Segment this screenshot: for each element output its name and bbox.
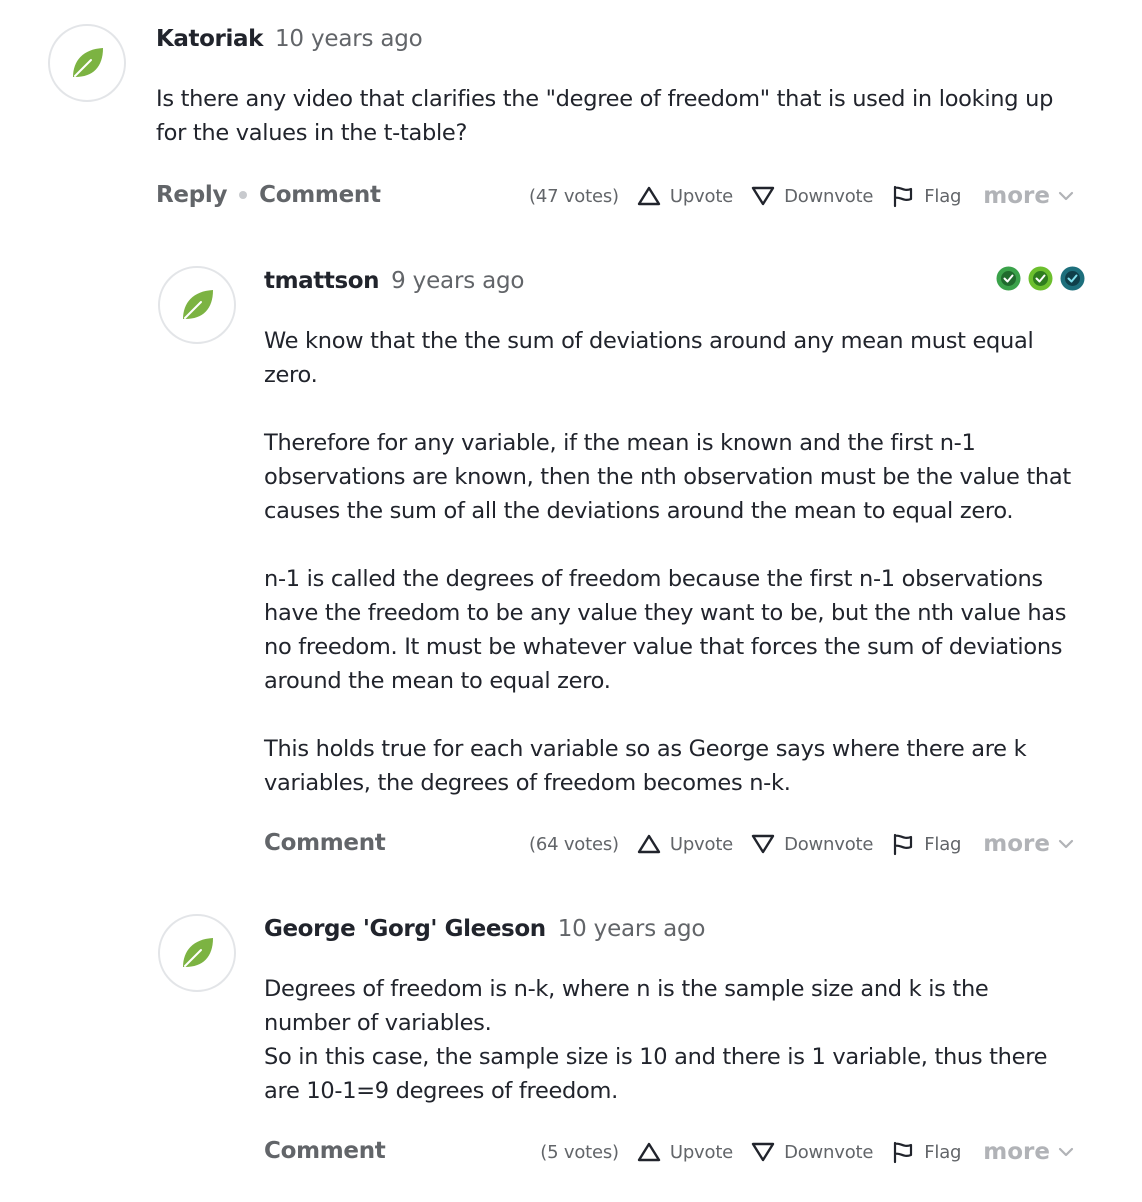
post-paragraph: Is there any video that clarifies the "d…	[156, 86, 1054, 146]
downvote-button[interactable]: Downvote	[751, 832, 873, 856]
vote-count: (47 votes)	[529, 185, 619, 207]
upvote-label: Upvote	[669, 185, 734, 207]
more-label: more	[983, 183, 1050, 209]
post-meta: tmattson 9 years ago	[264, 268, 524, 294]
post-body: Degrees of freedom is n-k, where n is th…	[264, 972, 1124, 1108]
flag-label: Flag	[924, 1141, 962, 1163]
more-label: more	[983, 831, 1050, 857]
badge-lime-icon[interactable]	[1028, 266, 1053, 291]
post-time: 10 years ago	[274, 26, 423, 52]
flag-button[interactable]: Flag	[891, 832, 961, 856]
upvote-label: Upvote	[669, 833, 734, 855]
post-body: Is there any video that clarifies the "d…	[156, 82, 1116, 150]
comment-button[interactable]: Comment	[264, 830, 386, 856]
post-paragraph: We know that the the sum of deviations a…	[264, 328, 1034, 388]
post-body: We know that the the sum of deviations a…	[264, 324, 1124, 800]
vote-actions: (47 votes) Upvote Downvote Flag more	[529, 183, 1074, 209]
upvote-button[interactable]: Upvote	[637, 832, 733, 856]
flag-button[interactable]: Flag	[891, 1140, 961, 1164]
upvote-button[interactable]: Upvote	[637, 1140, 733, 1164]
upvote-label: Upvote	[669, 1141, 734, 1163]
vote-count: (64 votes)	[529, 833, 619, 855]
chevron-down-icon	[1058, 191, 1074, 201]
reply-button[interactable]: Reply	[156, 182, 227, 208]
badge-green-icon[interactable]	[996, 266, 1021, 291]
post-paragraph: Therefore for any variable, if the mean …	[264, 430, 1071, 524]
vote-actions: (64 votes) Upvote Downvote Flag more	[529, 831, 1074, 857]
post-paragraph: Degrees of freedom is n-k, where n is th…	[264, 976, 1048, 1104]
downvote-button[interactable]: Downvote	[751, 184, 873, 208]
avatar[interactable]	[48, 24, 126, 102]
triangle-down-icon	[751, 834, 775, 854]
chevron-down-icon	[1058, 1147, 1074, 1157]
leaf-icon	[183, 938, 213, 967]
post-time: 10 years ago	[557, 916, 706, 942]
post-time: 9 years ago	[391, 268, 525, 294]
downvote-label: Downvote	[784, 1141, 874, 1163]
more-label: more	[983, 1139, 1050, 1165]
downvote-label: Downvote	[784, 185, 874, 207]
triangle-up-icon	[637, 186, 661, 206]
post-meta: Katoriak 10 years ago	[156, 26, 423, 52]
flag-icon	[894, 1141, 913, 1164]
comment-button[interactable]: Comment	[264, 1138, 386, 1164]
post-paragraph: n-1 is called the degrees of freedom bec…	[264, 566, 1067, 694]
author-name[interactable]: Katoriak	[156, 26, 263, 52]
triangle-down-icon	[751, 1142, 775, 1162]
flag-button[interactable]: Flag	[891, 184, 961, 208]
more-button[interactable]: more	[983, 1139, 1074, 1165]
flag-label: Flag	[924, 185, 962, 207]
triangle-up-icon	[637, 834, 661, 854]
separator-dot	[239, 191, 248, 199]
post-links: Comment	[264, 830, 386, 856]
post-links: Reply Comment	[156, 182, 381, 208]
leaf-icon	[73, 48, 103, 77]
vote-actions: (5 votes) Upvote Downvote Flag more	[540, 1139, 1074, 1165]
comment-button[interactable]: Comment	[259, 182, 381, 208]
downvote-label: Downvote	[784, 833, 874, 855]
more-button[interactable]: more	[983, 831, 1074, 857]
flag-label: Flag	[924, 833, 962, 855]
vote-count: (5 votes)	[540, 1141, 619, 1163]
triangle-up-icon	[637, 1142, 661, 1162]
author-name[interactable]: George 'Gorg' Gleeson	[264, 916, 546, 942]
downvote-button[interactable]: Downvote	[751, 1140, 873, 1164]
triangle-down-icon	[751, 186, 775, 206]
upvote-button[interactable]: Upvote	[637, 184, 733, 208]
avatar[interactable]	[158, 266, 236, 344]
post-meta: George 'Gorg' Gleeson 10 years ago	[264, 916, 705, 942]
flag-icon	[894, 833, 913, 856]
chevron-down-icon	[1058, 839, 1074, 849]
badge-list	[996, 266, 1085, 291]
badge-teal-icon[interactable]	[1060, 266, 1085, 291]
leaf-icon	[183, 290, 213, 319]
post-paragraph: This holds true for each variable so as …	[264, 736, 1027, 796]
flag-icon	[894, 185, 913, 208]
post-links: Comment	[264, 1138, 386, 1164]
avatar[interactable]	[158, 914, 236, 992]
more-button[interactable]: more	[983, 183, 1074, 209]
author-name[interactable]: tmattson	[264, 268, 380, 294]
